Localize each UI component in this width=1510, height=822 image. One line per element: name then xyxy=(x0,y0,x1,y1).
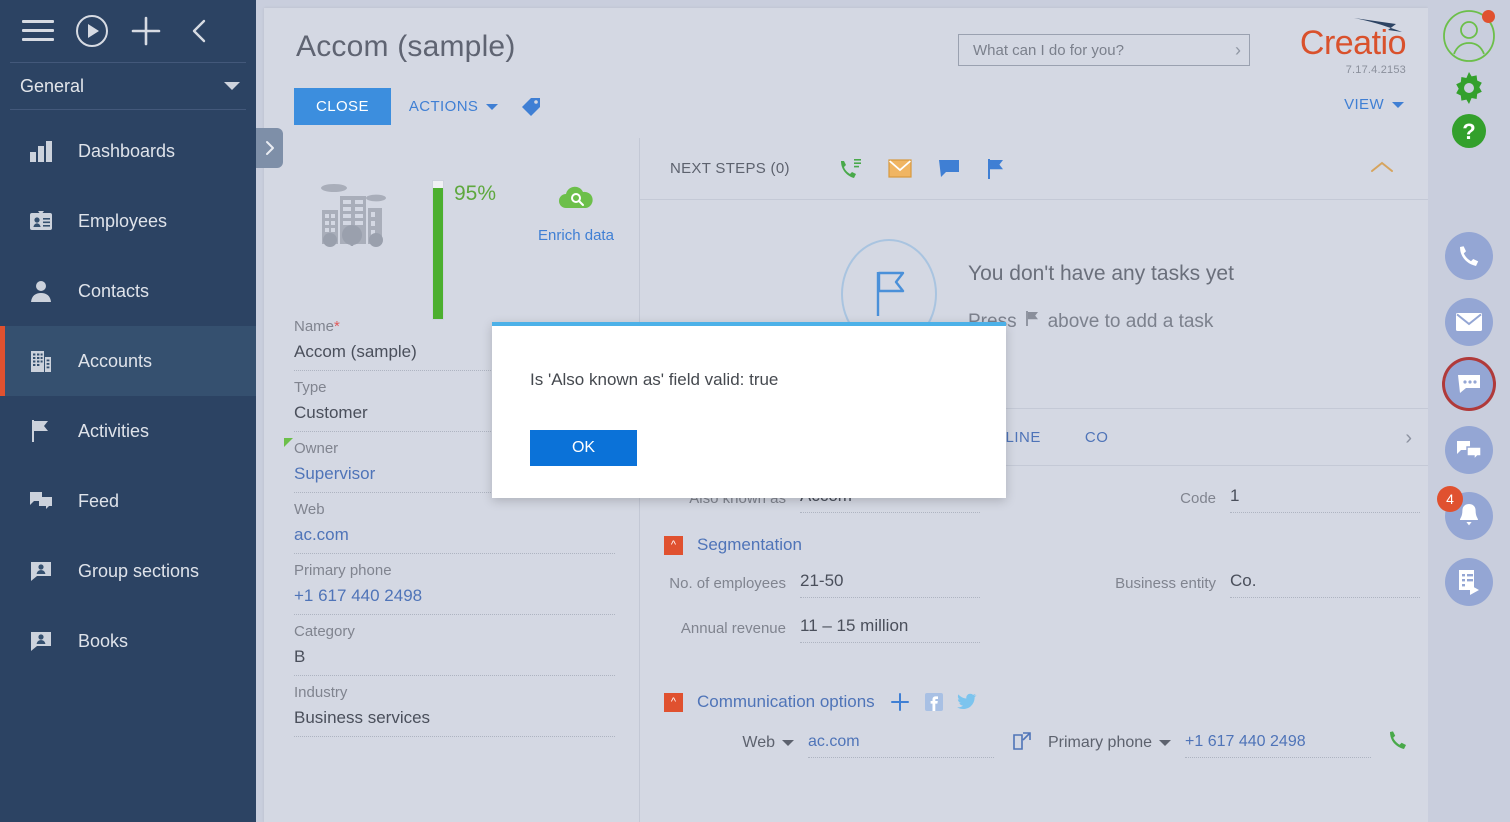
ok-button[interactable]: OK xyxy=(530,430,637,466)
modal-overlay: Is 'Also known as' field valid: true OK xyxy=(0,0,1510,822)
dialog-message: Is 'Also known as' field valid: true xyxy=(530,370,779,389)
message-dialog: Is 'Also known as' field valid: true OK xyxy=(492,322,1006,498)
app-root: General Dashboards Employees Contacts Ac… xyxy=(0,0,1510,822)
